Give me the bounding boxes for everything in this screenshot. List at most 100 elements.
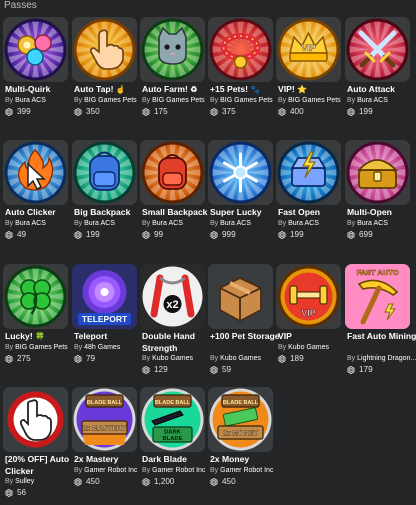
creator-name-link[interactable]: Bura ACS [220,220,251,227]
pass-name[interactable]: Auto Tap! ☝ [74,83,146,96]
creator-name-link[interactable]: Bura ACS [357,97,388,104]
pass-thumbnail[interactable] [208,17,273,82]
pass-card[interactable]: VIP VIP! ⭐ By BIG Games Pets 400 [276,17,341,135]
pass-name[interactable]: 2x Mastery [74,453,146,465]
pass-thumbnail[interactable] [140,140,205,205]
creator-name-link[interactable]: BIG Games Pets [220,97,273,104]
creator-name-link[interactable]: Bura ACS [84,220,115,227]
pass-name[interactable]: Auto Farm! ♻ [142,83,214,96]
pass-name[interactable]: +15 Pets! 🐾 [210,83,282,96]
pass-thumbnail[interactable] [3,264,68,329]
pass-thumbnail[interactable] [3,387,68,452]
pass-thumbnail[interactable]: VIP [276,17,341,82]
pass-name[interactable]: Super Lucky [210,206,282,218]
pass-name[interactable]: Small Backpack [142,206,214,218]
creator-by-label: By [74,97,83,104]
pass-thumbnail[interactable]: BLADE BALL DARK BLADE [140,387,205,452]
pass-card[interactable]: x2 Double Hand Strength By Kubo Games 129 [140,264,205,382]
creator-name-link[interactable]: 48h Games [84,344,120,351]
pass-thumbnail[interactable]: x2 [140,264,205,329]
pass-card[interactable]: FAST AUTO Fast Auto Mining By Lightning D… [345,264,416,382]
pass-name[interactable]: VIP! ⭐ [278,83,350,96]
pass-thumbnail[interactable]: FAST AUTO [345,264,410,329]
pass-card[interactable]: Small Backpack By Bura ACS 99 [140,140,207,258]
multi-quirk-icon [4,18,67,81]
pass-card[interactable]: +15 Pets! 🐾 By BIG Games Pets 375 [208,17,273,135]
creator-name-link[interactable]: Gamer Robot Inc [84,467,137,474]
pass-card[interactable]: Multi-Open By Bura ACS 699 [345,140,410,258]
svg-text:VIP: VIP [301,43,316,53]
creator-name-link[interactable]: BIG Games Pets [152,97,205,104]
pass-thumbnail[interactable] [140,17,205,82]
pass-name[interactable]: Double Hand Strength [142,330,214,354]
pass-card[interactable]: Multi-Quirk By Bura ACS 399 [3,17,68,135]
pass-thumbnail[interactable] [3,17,68,82]
creator-name-link[interactable]: Bura ACS [15,220,46,227]
portal-icon: TELEPORT [72,264,137,329]
pass-name[interactable]: [20% OFF] Auto Clicker [5,453,77,477]
creator-name-link[interactable]: Kubo Games [288,344,329,351]
pass-creator: By 48h Games [74,343,146,353]
pass-name[interactable]: Multi-Quirk [5,83,77,95]
pass-name-text: Auto Farm! [142,84,188,94]
pass-card[interactable]: Fast Open By Bura ACS 199 [276,140,341,258]
pass-card[interactable]: VIP VIP By Kubo Games 189 [276,264,341,382]
pass-thumbnail[interactable] [208,140,273,205]
pass-card[interactable]: Auto Tap! ☝ By BIG Games Pets 350 [72,17,137,135]
creator-name-link[interactable]: Gamer Robot Inc [152,467,205,474]
creator-name-link[interactable]: Lightning Dragon... [357,355,416,362]
creator-name-link[interactable]: Sulley [15,478,34,485]
price-value: 699 [359,230,373,239]
pass-name[interactable]: VIP [278,330,350,342]
pass-name[interactable]: Auto Attack [347,83,416,95]
pass-name[interactable]: Fast Auto Mining [347,330,416,342]
pass-thumbnail[interactable] [208,264,273,329]
pass-name[interactable]: Multi-Open [347,206,416,218]
pass-name[interactable]: 2x Money [210,453,282,465]
creator-name-link[interactable]: Gamer Robot Inc [220,467,273,474]
pass-thumbnail[interactable] [276,140,341,205]
pass-creator: By Bura ACS [5,219,77,229]
pass-name[interactable]: Auto Clicker [5,206,77,218]
creator-name-link[interactable]: Bura ACS [357,220,388,227]
pass-card[interactable]: Auto Farm! ♻ By BIG Games Pets 175 [140,17,205,135]
pass-thumbnail[interactable]: BLADE BALL 2x MASTERY [72,387,137,452]
pass-card[interactable]: Lucky! 🍀 By BIG Games Pets 275 [3,264,68,382]
creator-name-link[interactable]: Bura ACS [15,97,46,104]
pass-name[interactable]: Big Backpack [74,206,146,218]
pass-thumbnail[interactable] [72,140,137,205]
price-value: 450 [86,477,100,486]
creator-name-link[interactable]: BIG Games Pets [288,97,341,104]
pass-card[interactable]: BLADE BALL DARK BLADE Dark Blade By Gamer … [140,387,205,505]
pass-card[interactable]: Auto Attack By Bura ACS 199 [345,17,410,135]
pass-card[interactable]: BLADE BALL 2x MONEY 2x Money By Gamer Robo… [208,387,273,505]
pass-card[interactable]: Auto Clicker By Bura ACS 49 [3,140,68,258]
pass-name-text: 2x Mastery [74,454,119,464]
pass-card[interactable]: +100 Pet Storage By Kubo Games 59 [208,264,280,382]
creator-name-link[interactable]: Kubo Games [220,355,261,362]
pass-thumbnail[interactable] [345,17,410,82]
pass-name[interactable]: Lucky! 🍀 [5,330,77,343]
pass-name[interactable]: +100 Pet Storage [210,330,282,342]
pass-card[interactable]: Big Backpack By Bura ACS 199 [72,140,137,258]
pass-thumbnail[interactable] [3,140,68,205]
creator-name-link[interactable]: BIG Games Pets [84,97,137,104]
creator-name-link[interactable]: Kubo Games [152,355,193,362]
price-value: 199 [290,230,304,239]
pass-name-text: Multi-Quirk [5,84,51,94]
pass-card[interactable]: Super Lucky By Bura ACS 999 [208,140,273,258]
creator-name-link[interactable]: Bura ACS [288,220,319,227]
pass-name[interactable]: Dark Blade [142,453,214,465]
pass-card[interactable]: BLADE BALL 2x MASTERY 2x Mastery By Gamer … [72,387,137,505]
pass-name[interactable]: Fast Open [278,206,350,218]
pass-thumbnail[interactable]: BLADE BALL 2x MONEY [208,387,273,452]
pass-thumbnail[interactable]: TELEPORT [72,264,137,329]
creator-name-link[interactable]: Bura ACS [152,220,183,227]
pass-thumbnail[interactable]: VIP [276,264,341,329]
pass-card[interactable]: TELEPORT Teleport By 48h Games 79 [72,264,137,382]
pass-card[interactable]: [20% OFF] Auto Clicker By Sulley 56 [3,387,69,505]
pass-thumbnail[interactable] [345,140,410,205]
pass-name[interactable]: Teleport [74,330,146,342]
creator-name-link[interactable]: BIG Games Pets [15,344,68,351]
pass-thumbnail[interactable] [72,17,137,82]
